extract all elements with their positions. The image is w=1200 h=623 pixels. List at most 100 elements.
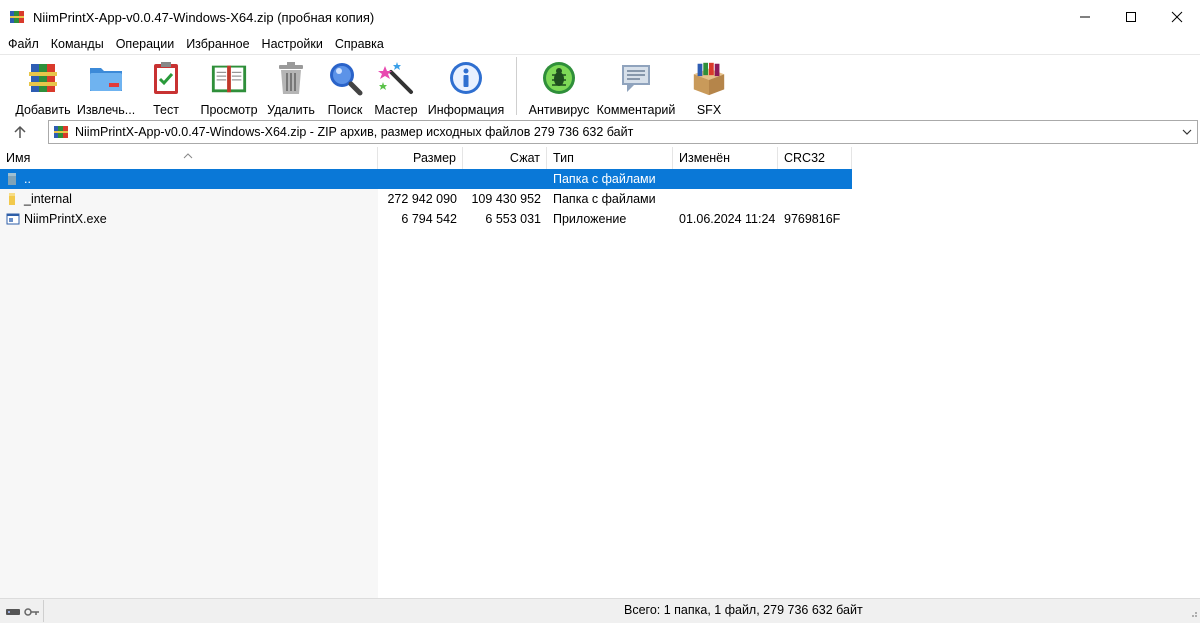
- menu-bar: Файл Команды Операции Избранное Настройк…: [0, 34, 1200, 54]
- extract-button[interactable]: Извлечь...: [76, 55, 136, 117]
- wizard-label: Мастер: [374, 103, 418, 117]
- menu-help[interactable]: Справка: [329, 34, 390, 54]
- row-packed: 6 553 031: [485, 212, 541, 226]
- sfx-label: SFX: [696, 103, 722, 117]
- close-icon: [1171, 11, 1183, 23]
- info-button[interactable]: Информация: [422, 55, 510, 117]
- test-clipboard-icon: [147, 59, 185, 97]
- menu-operations[interactable]: Операции: [110, 34, 180, 54]
- info-icon: [447, 59, 485, 97]
- toolbar: Добавить Извлечь... Тест Просмотр Удалит…: [0, 54, 1200, 118]
- column-modified[interactable]: Изменён: [673, 147, 778, 169]
- view-book-icon: [210, 59, 248, 97]
- sort-ascending-icon: [183, 144, 193, 166]
- wizard-button[interactable]: Мастер: [370, 55, 422, 117]
- antivirus-label: Антивирус: [528, 103, 590, 117]
- address-text: NiimPrintX-App-v0.0.47-Windows-X64.zip -…: [75, 125, 634, 139]
- delete-trash-icon: [272, 59, 310, 97]
- row-crc: [778, 169, 852, 189]
- row-packed: 109 430 952: [471, 192, 541, 206]
- extract-folder-icon: [87, 59, 125, 97]
- test-button[interactable]: Тест: [136, 55, 196, 117]
- resize-grip-icon[interactable]: [1188, 607, 1198, 621]
- add-archive-icon: [24, 59, 62, 97]
- name-column-shade: [0, 169, 378, 598]
- table-row[interactable]: _internal 272 942 090 109 430 952 Папка …: [0, 189, 852, 209]
- antivirus-bug-icon: [540, 59, 578, 97]
- view-button[interactable]: Просмотр: [196, 55, 262, 117]
- archive-icon: [53, 124, 69, 140]
- column-name[interactable]: Имя: [0, 147, 378, 169]
- delete-button[interactable]: Удалить: [262, 55, 320, 117]
- row-size: 6 794 542: [401, 212, 457, 226]
- comment-button[interactable]: Комментарий: [593, 55, 679, 117]
- menu-options[interactable]: Настройки: [256, 34, 329, 54]
- column-type-label: Тип: [553, 151, 574, 165]
- table-row[interactable]: .. Папка с файлами: [0, 169, 852, 189]
- row-name-cell: _internal: [0, 189, 378, 209]
- row-crc: [778, 189, 852, 209]
- chevron-down-icon[interactable]: [1181, 126, 1193, 141]
- column-header: Имя Размер Сжат Тип Изменён CRC32: [0, 147, 852, 169]
- row-size: 272 942 090: [387, 192, 457, 206]
- info-label: Информация: [427, 103, 505, 117]
- status-text: Всего: 1 папка, 1 файл, 279 736 632 байт: [624, 603, 863, 617]
- parent-folder-icon: [6, 172, 20, 186]
- exe-file-icon: [6, 212, 20, 226]
- row-name: _internal: [24, 192, 72, 206]
- wizard-wand-icon: [377, 59, 415, 97]
- test-label: Тест: [153, 103, 179, 117]
- sfx-button[interactable]: SFX: [679, 55, 739, 117]
- title-bar: NiimPrintX-App-v0.0.47-Windows-X64.zip (…: [0, 0, 1200, 34]
- menu-favorites[interactable]: Избранное: [180, 34, 255, 54]
- row-size: [378, 169, 463, 189]
- column-modified-label: Изменён: [679, 151, 731, 165]
- comment-label: Комментарий: [596, 103, 676, 117]
- menu-commands[interactable]: Команды: [45, 34, 110, 54]
- status-bar: Всего: 1 папка, 1 файл, 279 736 632 байт: [0, 598, 1200, 623]
- maximize-icon: [1126, 12, 1136, 22]
- column-name-label: Имя: [6, 151, 31, 165]
- key-icon[interactable]: [24, 606, 40, 616]
- row-type: Папка с файлами: [553, 172, 656, 186]
- column-crc[interactable]: CRC32: [778, 147, 852, 169]
- sfx-box-icon: [690, 59, 728, 97]
- row-packed: [463, 169, 547, 189]
- toolbar-separator: [516, 57, 517, 115]
- add-button[interactable]: Добавить: [10, 55, 76, 117]
- view-label: Просмотр: [200, 103, 258, 117]
- table-row[interactable]: NiimPrintX.exe 6 794 542 6 553 031 Прило…: [0, 209, 852, 229]
- file-list: Имя Размер Сжат Тип Изменён CRC32 .. Пап…: [0, 147, 1200, 598]
- minimize-button[interactable]: [1062, 0, 1108, 34]
- column-size-label: Размер: [413, 151, 456, 165]
- comment-icon: [617, 59, 655, 97]
- address-row: NiimPrintX-App-v0.0.47-Windows-X64.zip -…: [0, 118, 1200, 146]
- winrar-app-icon[interactable]: [9, 9, 25, 25]
- column-size[interactable]: Размер: [378, 147, 463, 169]
- address-combobox[interactable]: NiimPrintX-App-v0.0.47-Windows-X64.zip -…: [48, 120, 1198, 144]
- row-crc: 9769816F: [784, 212, 841, 226]
- row-modified: [673, 189, 778, 209]
- search-icon: [326, 59, 364, 97]
- extract-label: Извлечь...: [76, 103, 136, 117]
- folder-icon: [6, 192, 20, 206]
- column-type[interactable]: Тип: [547, 147, 673, 169]
- add-label: Добавить: [15, 103, 71, 117]
- row-type: Приложение: [553, 212, 627, 226]
- menu-file[interactable]: Файл: [2, 34, 45, 54]
- minimize-icon: [1080, 16, 1090, 18]
- row-name-cell: ..: [0, 169, 378, 189]
- maximize-button[interactable]: [1108, 0, 1154, 34]
- status-icons: [0, 600, 44, 622]
- up-one-level-button[interactable]: [0, 119, 40, 145]
- antivirus-button[interactable]: Антивирус: [525, 55, 593, 117]
- delete-label: Удалить: [267, 103, 315, 117]
- row-modified: 01.06.2024 11:24: [679, 212, 776, 226]
- find-button[interactable]: Поиск: [320, 55, 370, 117]
- column-packed[interactable]: Сжат: [463, 147, 547, 169]
- window-title: NiimPrintX-App-v0.0.47-Windows-X64.zip (…: [33, 9, 375, 25]
- close-button[interactable]: [1154, 0, 1200, 34]
- drive-icon[interactable]: [5, 606, 21, 616]
- column-crc-label: CRC32: [784, 151, 825, 165]
- row-name-cell: NiimPrintX.exe: [0, 209, 378, 229]
